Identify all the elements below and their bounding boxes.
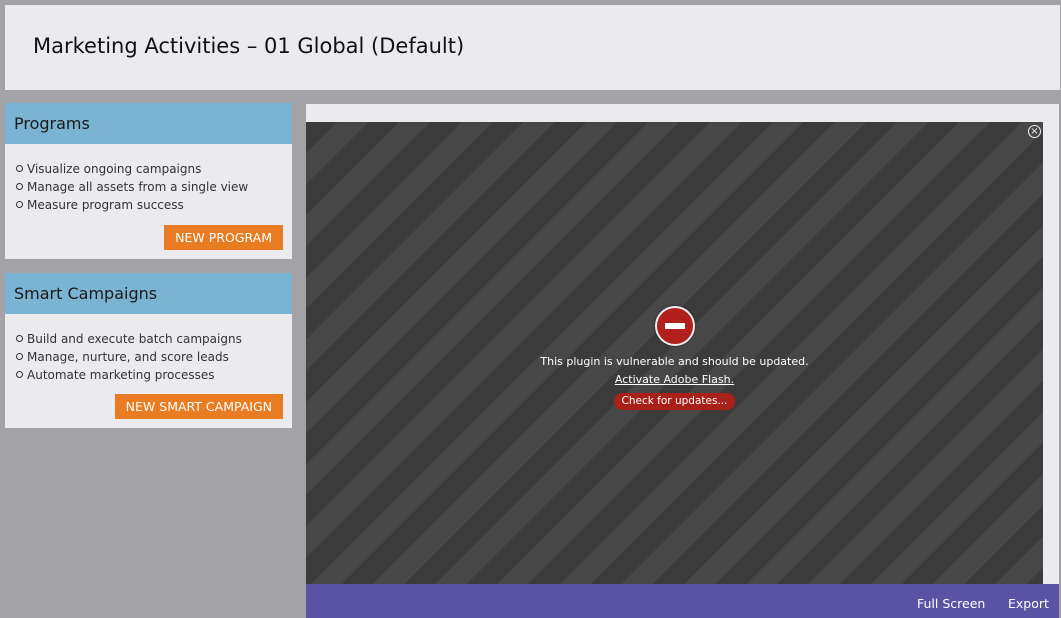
- plugin-blocked-message: This plugin is vulnerable and should be …: [306, 306, 1043, 410]
- programs-card: Programs Visualize ongoing campaigns Man…: [5, 103, 292, 259]
- list-item: Measure program success: [16, 196, 292, 214]
- new-smart-campaign-button[interactable]: NEW SMART CAMPAIGN: [114, 394, 283, 419]
- list-item: Manage, nurture, and score leads: [16, 348, 292, 366]
- bullet-icon: [16, 371, 23, 378]
- page-header: Marketing Activities – 01 Global (Defaul…: [5, 5, 1060, 90]
- programs-features-list: Visualize ongoing campaigns Manage all a…: [5, 144, 292, 214]
- list-item: Build and execute batch campaigns: [16, 330, 292, 348]
- bullet-icon: [16, 335, 23, 342]
- programs-card-title: Programs: [5, 103, 292, 144]
- bullet-icon: [16, 201, 23, 208]
- bullet-icon: [16, 183, 23, 190]
- new-program-button[interactable]: NEW PROGRAM: [164, 225, 283, 250]
- bullet-icon: [16, 165, 23, 172]
- smart-campaigns-features-list: Build and execute batch campaigns Manage…: [5, 314, 292, 384]
- export-button[interactable]: Export: [1008, 596, 1049, 611]
- plugin-warning-text: This plugin is vulnerable and should be …: [540, 355, 809, 368]
- footer-bar: Full Screen Export: [306, 584, 1059, 618]
- flash-plugin-area: × This plugin is vulnerable and should b…: [306, 122, 1043, 584]
- full-screen-button[interactable]: Full Screen: [917, 596, 985, 611]
- stop-sign-icon: [654, 306, 695, 346]
- smart-campaigns-card-title: Smart Campaigns: [5, 273, 292, 314]
- main-panel: × This plugin is vulnerable and should b…: [306, 104, 1059, 618]
- list-item: Manage all assets from a single view: [16, 178, 292, 196]
- list-item: Automate marketing processes: [16, 366, 292, 384]
- activate-flash-link[interactable]: Activate Adobe Flash.: [615, 373, 734, 386]
- bullet-icon: [16, 353, 23, 360]
- page-title: Marketing Activities – 01 Global (Defaul…: [33, 34, 465, 58]
- list-item: Visualize ongoing campaigns: [16, 160, 292, 178]
- close-icon[interactable]: ×: [1028, 125, 1041, 138]
- smart-campaigns-card: Smart Campaigns Build and execute batch …: [5, 273, 292, 428]
- check-updates-button[interactable]: Check for updates...: [613, 393, 736, 410]
